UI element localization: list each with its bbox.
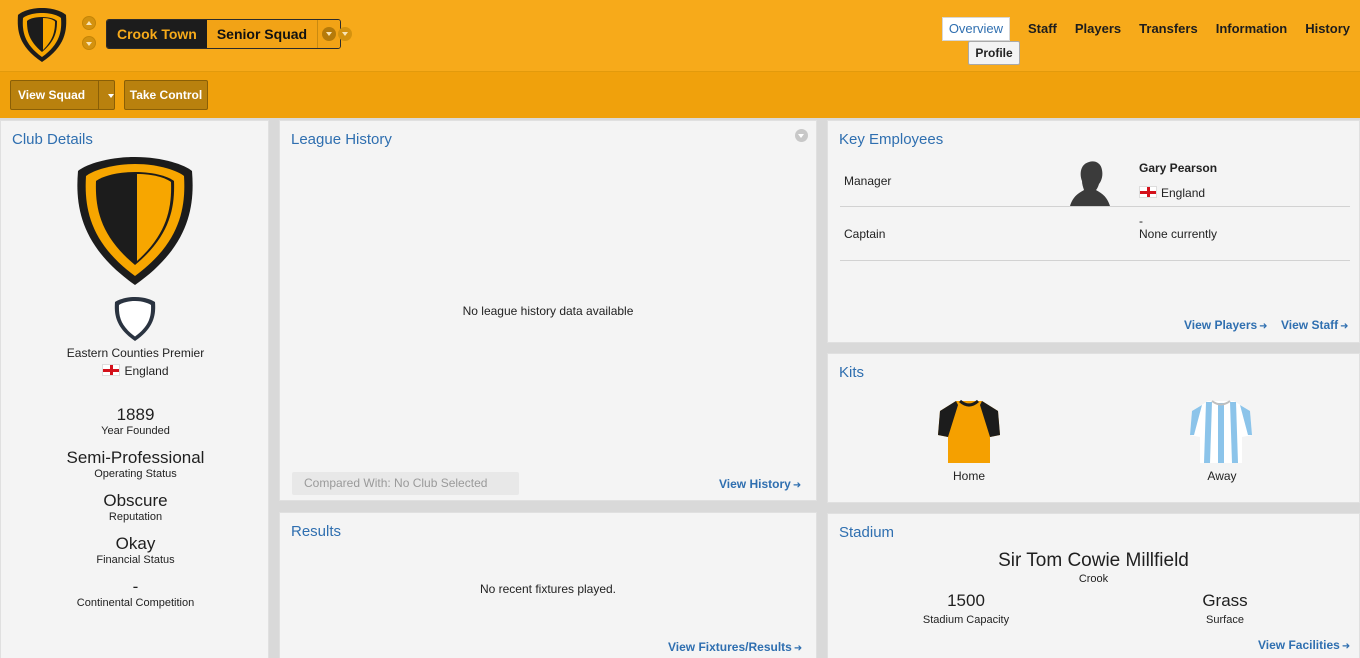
stat-value: - bbox=[132, 577, 139, 596]
link-label: View Staff bbox=[1281, 318, 1339, 332]
capacity-label: Stadium Capacity bbox=[922, 614, 1010, 626]
link-label: View History bbox=[719, 477, 791, 491]
club-nation[interactable]: England bbox=[1, 364, 270, 378]
view-squad-button[interactable]: View Squad bbox=[10, 80, 115, 110]
stadium-name: Sir Tom Cowie Millfield bbox=[998, 550, 1189, 571]
empty-message: No league history data available bbox=[462, 304, 634, 318]
arrow-right-icon: ➜ bbox=[1340, 321, 1349, 332]
stat-label: Financial Status bbox=[96, 554, 175, 566]
next-club-icon[interactable] bbox=[82, 36, 96, 50]
arrow-right-icon: ➜ bbox=[1341, 641, 1351, 652]
stadium-panel: Stadium Sir Tom Cowie Millfield Crook 15… bbox=[827, 513, 1360, 658]
stadium-city[interactable]: Crook bbox=[828, 573, 1359, 585]
tab-history[interactable]: History bbox=[1305, 18, 1350, 40]
away-kit-icon[interactable] bbox=[1186, 397, 1256, 465]
tab-staff[interactable]: Staff bbox=[1028, 18, 1057, 40]
view-players-link[interactable]: View Players ➜ bbox=[1184, 318, 1268, 332]
view-facilities-link[interactable]: View Facilities ➜ bbox=[1258, 638, 1350, 652]
club-crest-icon bbox=[77, 157, 193, 285]
kit-label: Away bbox=[1207, 469, 1237, 483]
kits-panel: Kits Home Away bbox=[827, 353, 1360, 503]
club-header: Crook Town Senior Squad Overview Staff P… bbox=[0, 0, 1360, 72]
view-fixtures-link[interactable]: View Fixtures/Results ➜ bbox=[668, 640, 802, 654]
main-nav: Overview Staff Players Transfers Informa… bbox=[941, 17, 1350, 41]
nation-name: England bbox=[1161, 186, 1206, 200]
panel-title[interactable]: Results bbox=[291, 523, 341, 540]
empty-message: No recent fixtures played. bbox=[479, 582, 617, 596]
view-staff-link[interactable]: View Staff ➜ bbox=[1281, 318, 1349, 332]
employee-nation[interactable]: England bbox=[1139, 186, 1205, 200]
link-label: View Facilities bbox=[1258, 638, 1340, 652]
panel-title[interactable]: Stadium bbox=[839, 524, 894, 541]
panel-title[interactable]: Club Details bbox=[12, 131, 93, 148]
employee-status: None currently bbox=[1139, 227, 1218, 241]
previous-club-icon[interactable] bbox=[82, 16, 96, 30]
league-history-panel: League History No league history data av… bbox=[279, 120, 817, 501]
link-label: View Fixtures/Results bbox=[668, 640, 792, 654]
surface-label: Surface bbox=[1206, 614, 1244, 626]
stat-value: Okay bbox=[115, 534, 156, 553]
results-panel: Results No recent fixtures played. View … bbox=[279, 512, 817, 658]
capacity-value: 1500 bbox=[947, 591, 985, 610]
stat-label: Year Founded bbox=[101, 425, 170, 437]
view-history-link[interactable]: View History ➜ bbox=[719, 477, 801, 491]
panel-title[interactable]: League History bbox=[291, 131, 392, 148]
club-selector[interactable]: Crook Town Senior Squad bbox=[106, 19, 342, 49]
competition-logo-icon[interactable] bbox=[113, 295, 157, 343]
role-label: Captain bbox=[844, 227, 886, 241]
england-flag-icon bbox=[1139, 186, 1157, 198]
chevron-down-icon bbox=[322, 27, 337, 41]
panel-menu-icon[interactable] bbox=[795, 129, 808, 142]
employee-row[interactable]: Captain - None currently bbox=[840, 207, 1350, 261]
squad-dropdown[interactable] bbox=[318, 20, 341, 48]
compare-club-select[interactable]: Compared With: No Club Selected bbox=[292, 472, 519, 495]
view-squad-label: View Squad bbox=[18, 88, 86, 102]
nation-name: England bbox=[124, 364, 169, 378]
divider bbox=[98, 81, 99, 109]
tab-overview[interactable]: Overview bbox=[941, 17, 1010, 41]
stat-value: 1889 bbox=[116, 405, 155, 424]
toolbar: View Squad Take Control bbox=[0, 72, 1360, 118]
tab-information[interactable]: Information bbox=[1216, 18, 1288, 40]
club-details-panel: Club Details Eastern Counties Premier En… bbox=[0, 120, 269, 658]
surface-value: Grass bbox=[1202, 591, 1248, 610]
england-flag-icon bbox=[102, 364, 121, 376]
arrow-right-icon: ➜ bbox=[1259, 321, 1268, 332]
employee-name: - bbox=[1139, 214, 1143, 228]
club-menu-chevron-icon[interactable] bbox=[338, 27, 352, 41]
competition-name[interactable]: Eastern Counties Premier bbox=[1, 346, 270, 360]
stat-value: Semi-Professional bbox=[66, 448, 205, 467]
tab-players[interactable]: Players bbox=[1075, 18, 1121, 40]
arrow-right-icon: ➜ bbox=[792, 480, 802, 491]
stat-label: Continental Competition bbox=[76, 597, 195, 609]
stat-value: Obscure bbox=[103, 491, 168, 510]
squad-name-button[interactable]: Senior Squad bbox=[206, 20, 319, 48]
tab-transfers[interactable]: Transfers bbox=[1139, 18, 1198, 40]
club-crest-icon[interactable] bbox=[16, 6, 68, 64]
link-label: View Players bbox=[1184, 318, 1258, 332]
stat-label: Reputation bbox=[108, 511, 163, 523]
manager-avatar-icon[interactable] bbox=[1068, 159, 1112, 206]
kit-label: Home bbox=[952, 469, 985, 483]
panel-title[interactable]: Key Employees bbox=[839, 131, 943, 148]
home-kit-icon[interactable] bbox=[934, 397, 1004, 465]
take-control-button[interactable]: Take Control bbox=[124, 80, 208, 110]
club-name-button[interactable]: Crook Town bbox=[107, 20, 207, 48]
subtab-profile[interactable]: Profile bbox=[968, 41, 1020, 65]
role-label: Manager bbox=[844, 174, 892, 188]
employee-name[interactable]: Gary Pearson bbox=[1139, 161, 1217, 175]
chevron-down-icon[interactable] bbox=[108, 94, 114, 98]
panel-title[interactable]: Kits bbox=[839, 364, 864, 381]
key-employees-panel: Key Employees Manager Gary Pearson Engla… bbox=[827, 120, 1360, 343]
club-switch-arrows bbox=[82, 16, 98, 56]
arrow-right-icon: ➜ bbox=[793, 643, 803, 654]
stat-label: Operating Status bbox=[94, 468, 177, 480]
